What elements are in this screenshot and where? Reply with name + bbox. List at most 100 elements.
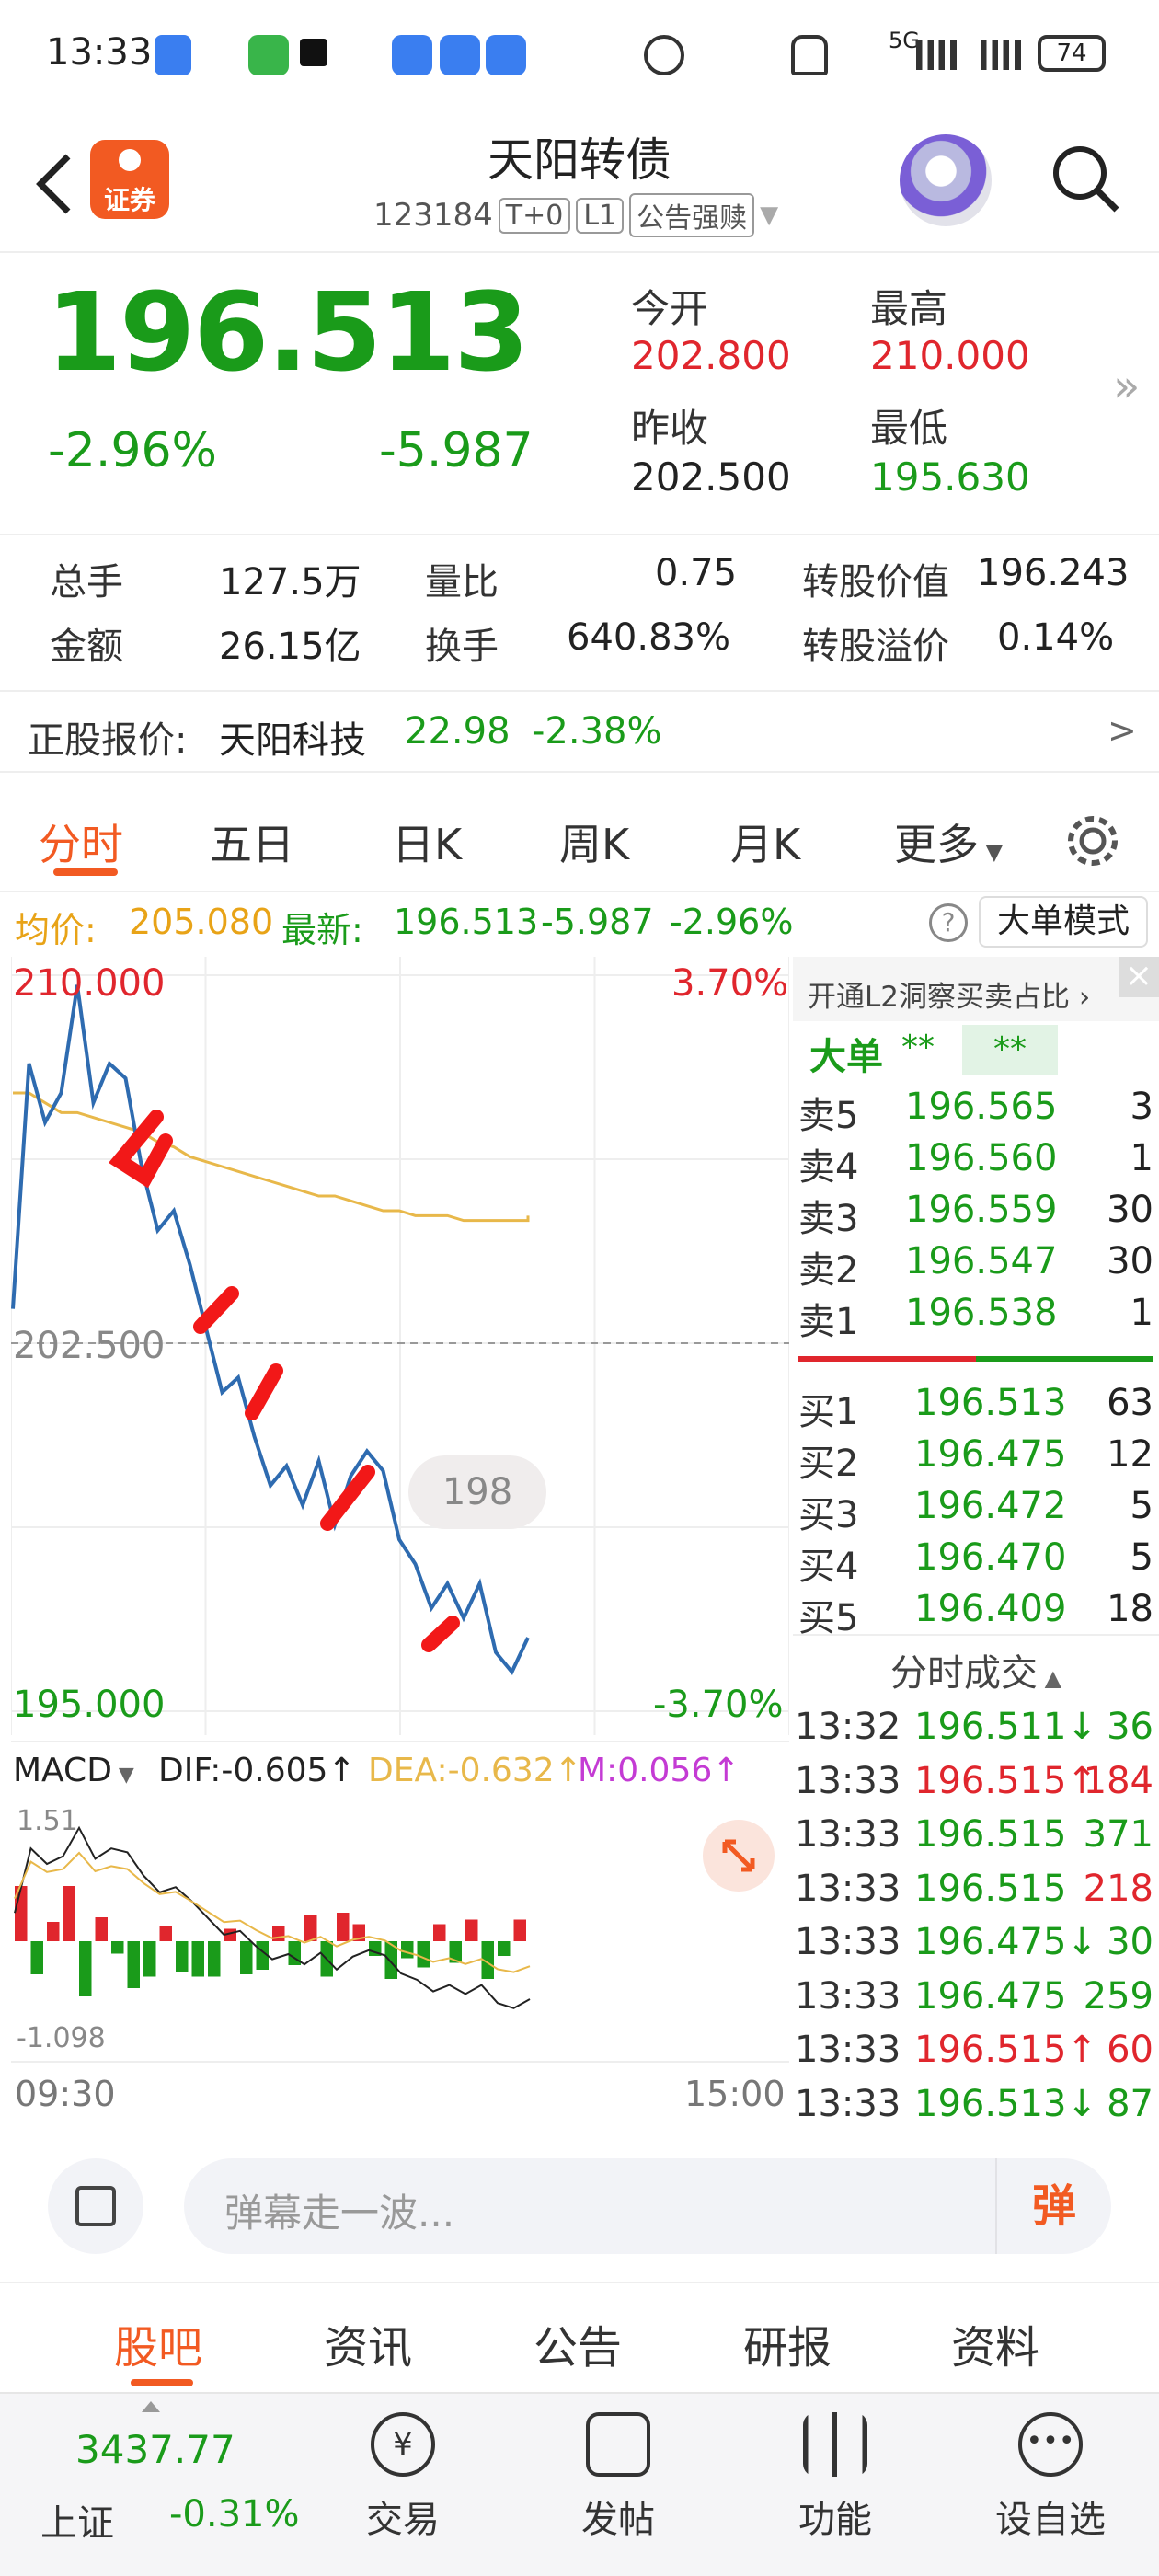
bid-row[interactable]: 买2 196.475 12 xyxy=(793,1428,1159,1485)
amount-label: 金额 xyxy=(50,626,123,668)
ask-row[interactable]: 卖1 196.538 1 xyxy=(793,1286,1159,1343)
bid-row[interactable]: 买3 196.472 5 xyxy=(793,1479,1159,1536)
macd-bar xyxy=(191,1941,204,1977)
trade-row: 13:33 196.475↓ 30 xyxy=(793,1915,1159,1967)
big-order-mode-button[interactable]: 大单模式 xyxy=(979,896,1148,948)
ask-row[interactable]: 卖3 196.559 30 xyxy=(793,1183,1159,1240)
tab-weekly-k[interactable]: 周K xyxy=(559,811,629,872)
trade-time: 13:33 xyxy=(795,1921,901,1963)
active-tab-indicator xyxy=(53,868,118,876)
mail-icon xyxy=(392,35,432,75)
tab-monthly-k[interactable]: 月K xyxy=(730,811,800,872)
trade-price: 196.513↓ xyxy=(914,2082,1097,2125)
danmu-send-button[interactable]: 弹 xyxy=(995,2158,1111,2254)
prev-close-value: 202.500 xyxy=(631,454,791,500)
code-line[interactable]: 123184 T+0 L1 公告强赎 ▼ xyxy=(373,193,778,237)
l2-promo[interactable]: 开通L2洞察买卖占比 › xyxy=(793,957,1159,1021)
macd-select[interactable]: MACD ▼ xyxy=(13,1752,134,1789)
tab-intraday[interactable]: 分时 xyxy=(39,811,123,872)
dropdown-caret-icon: ▼ xyxy=(760,201,779,229)
ask-row[interactable]: 卖4 196.560 1 xyxy=(793,1132,1159,1189)
macd-bar xyxy=(63,1886,75,1941)
macd-bar xyxy=(401,1941,414,1959)
ask-price: 196.565 xyxy=(905,1086,1058,1128)
close-promo-icon[interactable]: × xyxy=(1119,957,1159,997)
trade-time: 13:33 xyxy=(795,2082,901,2125)
latest-label: 最新: xyxy=(281,910,363,950)
add-watchlist-button[interactable]: ••• 设自选 xyxy=(977,2412,1124,2543)
trade-time: 13:33 xyxy=(795,1867,901,1910)
latest-change: -5.987 xyxy=(541,902,654,942)
caret-down-icon: ▼ xyxy=(111,1764,134,1787)
trade-qty: 60 xyxy=(1107,2029,1153,2071)
time-start: 09:30 xyxy=(15,2074,116,2114)
index-name: 上证 xyxy=(40,2502,114,2545)
tag-t0: T+0 xyxy=(498,197,571,234)
ask-row[interactable]: 卖5 196.565 3 xyxy=(793,1080,1159,1137)
intraday-chart[interactable]: 210.000 3.70% 202.500 195.000 -3.70% 198 xyxy=(11,957,789,1735)
danmu-bar: 弹幕走一波... 弹 xyxy=(0,2125,1159,2282)
open-value: 202.800 xyxy=(631,333,791,378)
settings-app-icon xyxy=(486,35,526,75)
tab-more[interactable]: 更多 ▼ xyxy=(894,811,1003,872)
tag-l1: L1 xyxy=(576,197,625,234)
trades-header[interactable]: 分时成交 ▲ xyxy=(793,1643,1159,1696)
tab-forum[interactable]: 股吧 xyxy=(114,2311,202,2375)
trade-qty: 184 xyxy=(1083,1759,1153,1802)
signal-icon-2 xyxy=(981,40,1021,70)
function-button[interactable]: 功能 xyxy=(762,2412,909,2543)
price-bubble[interactable]: 198 xyxy=(408,1455,546,1529)
trade-qty: 371 xyxy=(1083,1813,1153,1856)
bid-price: 196.513 xyxy=(914,1382,1067,1424)
macd-select-label: MACD xyxy=(13,1752,112,1789)
trade-qty: 30 xyxy=(1107,1921,1153,1963)
tab-profile[interactable]: 资料 xyxy=(951,2311,1039,2375)
ask-row[interactable]: 卖2 196.547 30 xyxy=(793,1235,1159,1292)
vol-ratio-label: 量比 xyxy=(425,561,499,604)
expand-chevron-icon[interactable]: » xyxy=(1113,361,1140,412)
danmu-input[interactable]: 弹幕走一波... 弹 xyxy=(184,2158,1111,2254)
tab-announcements[interactable]: 公告 xyxy=(534,2311,622,2375)
assistant-avatar[interactable] xyxy=(900,134,992,226)
underlying-change: -2.38% xyxy=(532,710,662,753)
conv-value: 196.243 xyxy=(977,552,1130,594)
tab-daily-k[interactable]: 日K xyxy=(392,811,462,872)
macd-bar xyxy=(337,1913,350,1941)
macd-bar xyxy=(433,1924,446,1941)
help-icon[interactable]: ? xyxy=(929,903,968,942)
index-ticker[interactable]: 3437.77 上证 -0.31% xyxy=(0,2394,313,2576)
ask-price: 196.538 xyxy=(905,1292,1058,1334)
tab-research[interactable]: 研报 xyxy=(743,2311,832,2375)
trade-button[interactable]: ¥ 交易 xyxy=(329,2412,476,2543)
gear-icon[interactable] xyxy=(1063,811,1122,870)
bid-qty: 12 xyxy=(1107,1433,1153,1476)
danmu-settings-glyph xyxy=(75,2186,116,2226)
search-icon[interactable] xyxy=(1049,142,1122,215)
danmu-settings-icon[interactable] xyxy=(48,2158,143,2254)
watch-label: 设自选 xyxy=(995,2499,1106,2541)
bid-row[interactable]: 买5 196.409 18 xyxy=(793,1582,1159,1639)
period-tabs: 分时 五日 日K 周K 月K 更多 ▼ xyxy=(0,791,1159,883)
macd-bar xyxy=(272,1926,285,1941)
tab-news[interactable]: 资讯 xyxy=(324,2311,412,2375)
macd-bar xyxy=(159,1926,172,1941)
bid-row[interactable]: 买4 196.470 5 xyxy=(793,1531,1159,1588)
post-button[interactable]: 发帖 xyxy=(545,2412,692,2543)
order-book: 开通L2洞察买卖占比 › × 大单 ** ** 卖5 196.565 3 卖4 196.… xyxy=(793,957,1159,2125)
trade-row: 13:33 196.515 218 xyxy=(793,1862,1159,1914)
underlying-stock-row[interactable]: 正股报价: 天阳科技 22.98 -2.38% > xyxy=(0,690,1159,773)
macd-header: MACD ▼ DIF:-0.605↑ DEA:-0.632↑ M:0.056↑ xyxy=(11,1741,789,1796)
premium-value: 0.14% xyxy=(997,616,1115,659)
app2-icon xyxy=(440,35,480,75)
premium-label: 转股溢价 xyxy=(802,626,949,668)
current-price: 196.513 xyxy=(46,269,529,396)
trade-qty: 36 xyxy=(1107,1706,1153,1748)
underlying-label: 正股报价: xyxy=(28,719,188,762)
conv-value-label: 转股价值 xyxy=(802,561,949,604)
prev-close-label: 昨收 xyxy=(631,406,709,451)
bid-row[interactable]: 买1 196.513 63 xyxy=(793,1376,1159,1433)
trade-time: 13:33 xyxy=(795,1974,901,2018)
tab-five-day[interactable]: 五日 xyxy=(210,811,294,872)
bottom-toolbar: 3437.77 上证 -0.31% ¥ 交易 发帖 功能 ••• 设自选 xyxy=(0,2392,1159,2576)
signal-label: 5G xyxy=(889,28,920,53)
